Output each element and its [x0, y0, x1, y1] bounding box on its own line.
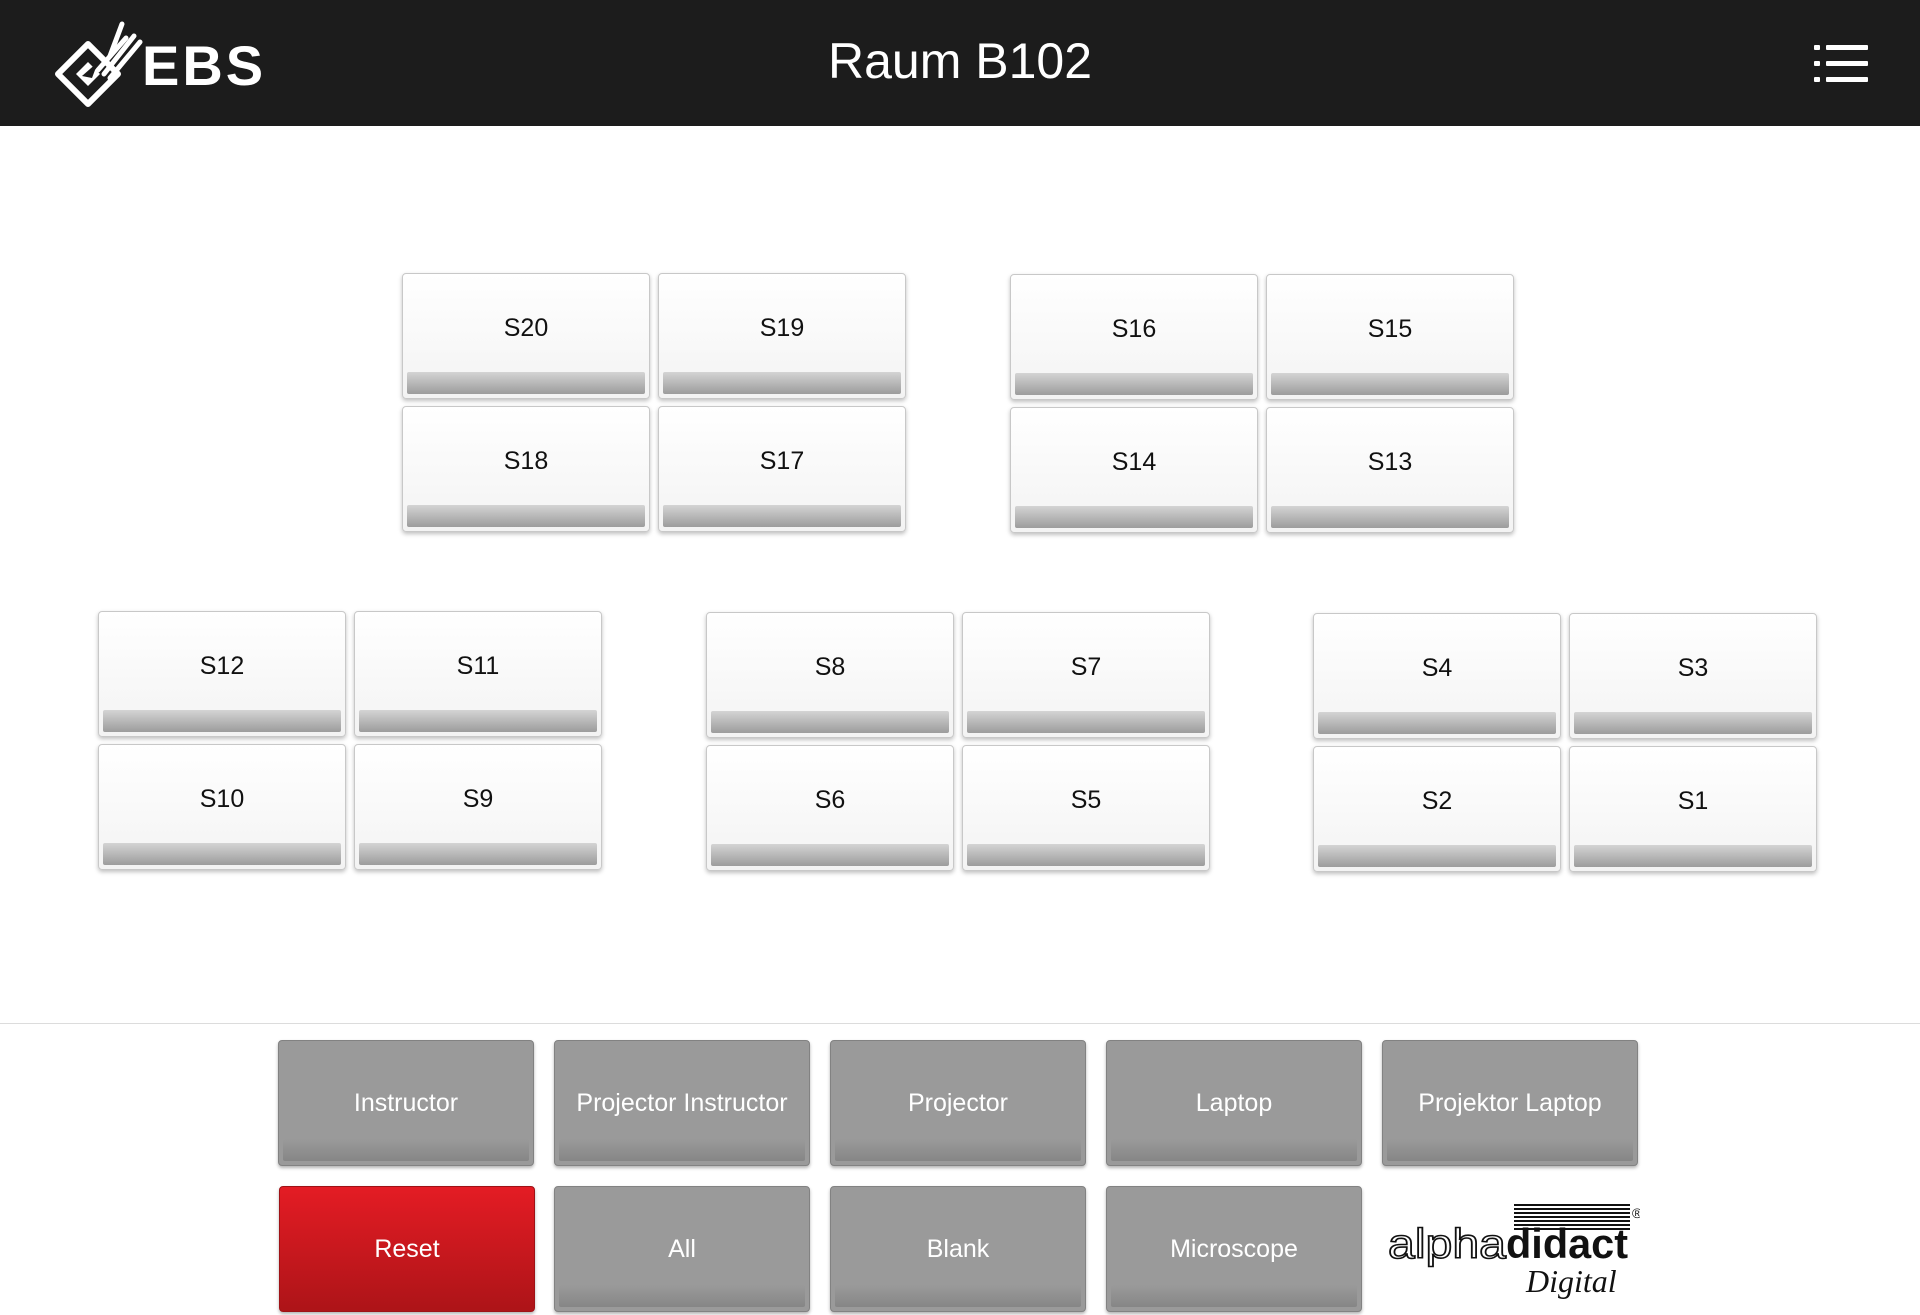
brand-name-bold: didact: [1506, 1220, 1628, 1267]
registered-mark: ®: [1632, 1205, 1640, 1221]
microscope-button[interactable]: Microscope: [1106, 1186, 1362, 1312]
seat-button-s8[interactable]: S8: [706, 612, 954, 738]
seat-button-s11[interactable]: S11: [354, 611, 602, 737]
seat-label: S8: [814, 653, 846, 681]
seat-button-s5[interactable]: S5: [962, 745, 1210, 871]
reset-button[interactable]: Reset: [279, 1186, 535, 1312]
seat-button-s13[interactable]: S13: [1266, 407, 1514, 533]
seat-button-s9[interactable]: S9: [354, 744, 602, 870]
page-title: Raum B102: [827, 33, 1093, 89]
seat-button-s17[interactable]: S17: [658, 406, 906, 532]
seat-button-s20[interactable]: S20: [402, 273, 650, 399]
seat-label: S7: [1070, 653, 1102, 681]
brand-name-light: alpha: [1388, 1220, 1507, 1267]
brand-tagline: Digital: [1525, 1263, 1617, 1299]
seat-label: S9: [462, 785, 494, 813]
seat-button-s14[interactable]: S14: [1010, 407, 1258, 533]
button-label: All: [668, 1235, 696, 1263]
logo-text: EBS: [142, 34, 267, 97]
seat-label: S20: [503, 314, 549, 342]
button-label: Projektor Laptop: [1418, 1089, 1602, 1117]
seat-label: S3: [1677, 654, 1709, 682]
seat-label: S16: [1111, 315, 1157, 343]
projektor-laptop-button[interactable]: Projektor Laptop: [1382, 1040, 1638, 1166]
seat-button-s6[interactable]: S6: [706, 745, 954, 871]
seat-button-s15[interactable]: S15: [1266, 274, 1514, 400]
seat-label: S15: [1367, 315, 1413, 343]
seat-button-s19[interactable]: S19: [658, 273, 906, 399]
laptop-button[interactable]: Laptop: [1106, 1040, 1362, 1166]
seat-label: S11: [456, 652, 500, 680]
seat-label: S13: [1367, 448, 1413, 476]
projector-instructor-button[interactable]: Projector Instructor: [554, 1040, 810, 1166]
seat-label: S17: [759, 447, 805, 475]
seat-label: S1: [1677, 787, 1709, 815]
button-label: Instructor: [353, 1089, 459, 1117]
seat-label: S2: [1421, 787, 1453, 815]
seat-button-s4[interactable]: S4: [1313, 613, 1561, 739]
seat-button-s10[interactable]: S10: [98, 744, 346, 870]
alphadidact-logo: alpha didact ® Digital: [1387, 1202, 1640, 1299]
seat-button-s16[interactable]: S16: [1010, 274, 1258, 400]
seat-label: S6: [814, 786, 846, 814]
seat-button-s1[interactable]: S1: [1569, 746, 1817, 872]
seat-button-s2[interactable]: S2: [1313, 746, 1561, 872]
header-bar: EBS Raum B102: [0, 0, 1920, 126]
seat-button-s12[interactable]: S12: [98, 611, 346, 737]
seat-button-s3[interactable]: S3: [1569, 613, 1817, 739]
all-button[interactable]: All: [554, 1186, 810, 1312]
seat-label: S14: [1111, 448, 1157, 476]
list-icon[interactable]: [1812, 40, 1870, 88]
instructor-button[interactable]: Instructor: [278, 1040, 534, 1166]
seat-label: S12: [199, 652, 245, 680]
seat-label: S5: [1070, 786, 1102, 814]
button-label: Blank: [926, 1235, 990, 1263]
seat-label: S10: [199, 785, 245, 813]
button-label: Laptop: [1195, 1089, 1273, 1117]
button-label: Projector Instructor: [576, 1089, 788, 1117]
divider: [0, 1023, 1920, 1024]
button-label: Projector: [907, 1089, 1009, 1117]
seat-label: S4: [1421, 654, 1453, 682]
seat-button-s7[interactable]: S7: [962, 612, 1210, 738]
button-label: Microscope: [1170, 1235, 1298, 1263]
button-label: Reset: [374, 1235, 440, 1263]
seat-label: S19: [759, 314, 805, 342]
seat-label: S18: [503, 447, 549, 475]
blank-button[interactable]: Blank: [830, 1186, 1086, 1312]
projector-button[interactable]: Projector: [830, 1040, 1086, 1166]
seat-button-s18[interactable]: S18: [402, 406, 650, 532]
